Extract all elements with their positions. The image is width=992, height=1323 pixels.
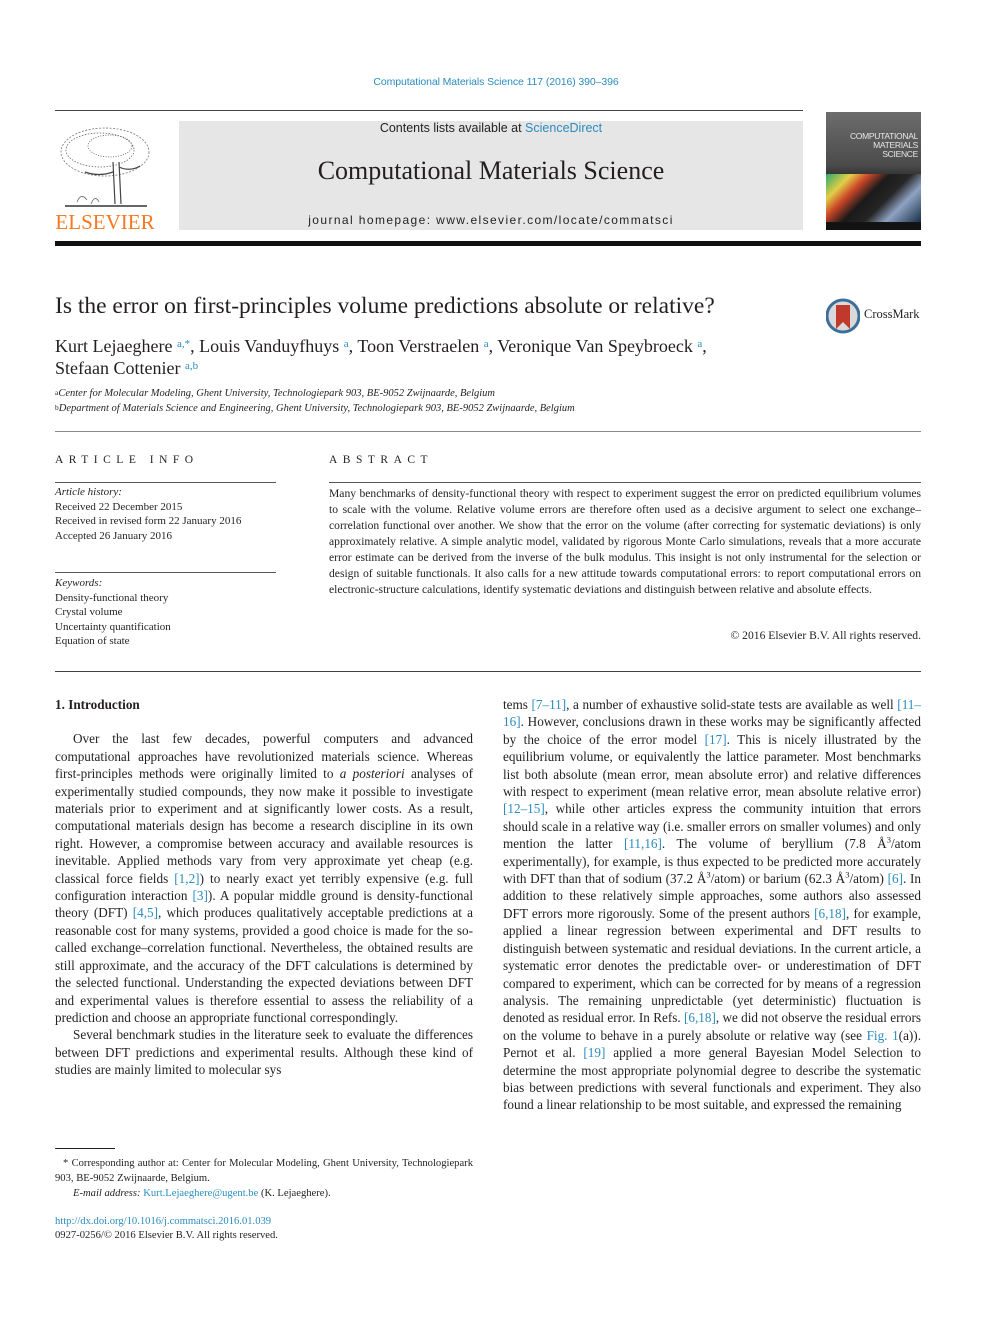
crossmark-label: CrossMark bbox=[864, 307, 920, 321]
crossmark-icon bbox=[825, 298, 861, 334]
affiliation-text: Department of Materials Science and Engi… bbox=[58, 403, 575, 414]
cover-title-line: SCIENCE bbox=[882, 149, 918, 159]
body-rule bbox=[55, 671, 921, 672]
journal-name: Computational Materials Science bbox=[317, 156, 665, 185]
issn-copyright: 0927-0256/© 2016 Elsevier B.V. All right… bbox=[55, 1230, 278, 1241]
body-paragraph: Over the last few decades, powerful comp… bbox=[55, 730, 473, 1026]
abstract-heading: ABSTRACT bbox=[329, 454, 434, 466]
author-marks[interactable]: a,* bbox=[177, 338, 190, 350]
author-separator: , bbox=[190, 336, 200, 356]
keyword: Crystal volume bbox=[55, 606, 123, 618]
author-marks[interactable]: a,b bbox=[185, 360, 198, 372]
affiliation-b: bDepartment of Materials Science and Eng… bbox=[55, 403, 915, 414]
abstract-rule bbox=[329, 482, 921, 483]
article-title: Is the error on first-principles volume … bbox=[55, 293, 715, 319]
body-column-left: 1. Introduction Over the last few decade… bbox=[55, 696, 473, 1079]
text-run: tems bbox=[503, 697, 532, 712]
affiliation-text: Center for Molecular Modeling, Ghent Uni… bbox=[58, 388, 496, 399]
journal-banner: Contents lists available at ScienceDirec… bbox=[179, 121, 803, 230]
history-item: Accepted 26 January 2016 bbox=[55, 529, 172, 542]
author-separator: , bbox=[488, 336, 498, 356]
reference-link[interactable]: [19] bbox=[583, 1045, 605, 1060]
author[interactable]: Kurt Lejaeghere a,* bbox=[55, 336, 190, 356]
contents-prefix: Contents lists available at bbox=[379, 121, 526, 135]
body-column-right: tems [7–11], a number of exhaustive soli… bbox=[503, 696, 921, 1114]
author-marks[interactable]: a bbox=[697, 338, 702, 350]
author-name: Stefaan Cottenier bbox=[55, 358, 181, 378]
section-heading: 1. Introduction bbox=[55, 697, 140, 712]
journal-citation-link[interactable]: Computational Materials Science 117 (201… bbox=[0, 76, 992, 88]
text-run: , for example, applied a linear regressi… bbox=[503, 905, 922, 1026]
body-paragraph: tems [7–11], a number of exhaustive soli… bbox=[503, 696, 921, 1114]
author[interactable]: Veronique Van Speybroeck a bbox=[497, 336, 702, 356]
history-item: Received 22 December 2015 bbox=[55, 500, 183, 513]
author-marks[interactable]: a bbox=[484, 338, 489, 350]
text-run: analyses of experimentally studied compo… bbox=[55, 766, 473, 886]
reference-link[interactable]: [7–11] bbox=[531, 697, 566, 712]
contents-line: Contents lists available at ScienceDirec… bbox=[179, 121, 803, 135]
reference-link[interactable]: [17] bbox=[705, 732, 727, 747]
doi-link[interactable]: http://dx.doi.org/10.1016/j.commatsci.20… bbox=[55, 1216, 271, 1227]
body-paragraph: Several benchmark studies in the literat… bbox=[55, 1026, 473, 1078]
abstract-copyright: © 2016 Elsevier B.V. All rights reserved… bbox=[730, 629, 921, 642]
affiliation-a: aCenter for Molecular Modeling, Ghent Un… bbox=[55, 388, 915, 399]
elsevier-wordmark: ELSEVIER bbox=[55, 210, 155, 234]
keywords-label: Keywords: bbox=[55, 577, 103, 589]
author-name: Kurt Lejaeghere bbox=[55, 336, 173, 356]
keyword: Equation of state bbox=[55, 635, 130, 647]
italic-text: a posteriori bbox=[339, 766, 405, 782]
abstract-text: Many benchmarks of density-functional th… bbox=[329, 487, 921, 596]
cover-title: COMPUTATIONAL MATERIALS SCIENCE bbox=[832, 132, 918, 159]
header-rule bbox=[55, 110, 803, 111]
keywords: Keywords: Density-functional theory Crys… bbox=[55, 576, 285, 649]
email-link[interactable]: Kurt.Lejaeghere@ugent.be bbox=[143, 1188, 258, 1199]
crossmark-button[interactable]: CrossMark bbox=[825, 298, 926, 334]
corresponding-author-footnote: * Corresponding author at: Center for Mo… bbox=[55, 1158, 473, 1184]
author-list: Kurt Lejaeghere a,*, Louis Vanduyfhuys a… bbox=[55, 335, 915, 379]
author-name: Toon Verstraelen bbox=[357, 336, 480, 356]
journal-cover-image: COMPUTATIONAL MATERIALS SCIENCE bbox=[826, 112, 921, 230]
text-run: /atom) bbox=[849, 871, 888, 887]
keyword: Uncertainty quantification bbox=[55, 620, 171, 633]
email-suffix: (K. Lejaeghere). bbox=[258, 1188, 331, 1199]
reference-link[interactable]: Fig. 1 bbox=[867, 1028, 899, 1043]
text-run: Several benchmark studies in the literat… bbox=[55, 1027, 473, 1078]
reference-link[interactable]: [6,18] bbox=[684, 1010, 716, 1025]
author[interactable]: Stefaan Cottenier a,b bbox=[55, 358, 198, 378]
reference-link[interactable]: [11,16] bbox=[624, 836, 662, 851]
text-run: . The volume of beryl­lium (7.8 Å bbox=[661, 836, 887, 852]
author-separator: , bbox=[702, 336, 707, 356]
section-rule bbox=[55, 431, 921, 432]
cover-artwork bbox=[826, 174, 921, 222]
text-run: /atom) or barium (62.3 Å bbox=[710, 871, 846, 887]
email-footnote: E-mail address: Kurt.Lejaeghere@ugent.be… bbox=[55, 1186, 473, 1201]
footnote-rule bbox=[55, 1148, 115, 1149]
author-marks[interactable]: a bbox=[344, 338, 349, 350]
reference-link[interactable]: [6] bbox=[888, 871, 903, 886]
article-info-heading: ARTICLE INFO bbox=[55, 454, 199, 466]
reference-link[interactable]: [3] bbox=[193, 888, 208, 903]
header-thick-rule bbox=[55, 241, 921, 246]
text-run: , a number of exhaustive solid-state tes… bbox=[566, 697, 898, 712]
text-run: , which produces qualita­tively acceptab… bbox=[55, 905, 473, 1025]
keywords-rule bbox=[55, 572, 276, 573]
author-name: Veronique Van Speybroeck bbox=[497, 336, 693, 356]
reference-link[interactable]: [6,18] bbox=[814, 906, 846, 921]
author[interactable]: Toon Verstraelen a bbox=[357, 336, 488, 356]
article-history: Article history: Received 22 December 20… bbox=[55, 485, 285, 543]
reference-link[interactable]: [12–15] bbox=[503, 801, 545, 816]
reference-link[interactable]: [4,5] bbox=[133, 905, 158, 920]
email-label: E-mail address: bbox=[73, 1188, 144, 1199]
keyword: Density-functional theory bbox=[55, 591, 169, 604]
author-name: Louis Vanduyfhuys bbox=[199, 336, 340, 356]
journal-homepage[interactable]: journal homepage: www.elsevier.com/locat… bbox=[179, 213, 803, 227]
author[interactable]: Louis Vanduyfhuys a bbox=[199, 336, 349, 356]
article-history-label: Article history: bbox=[55, 486, 122, 498]
history-item: Received in revised form 22 January 2016 bbox=[55, 515, 242, 527]
sciencedirect-link[interactable]: ScienceDirect bbox=[525, 121, 602, 135]
article-info-rule bbox=[55, 482, 276, 483]
reference-link[interactable]: [1,2] bbox=[174, 871, 199, 886]
